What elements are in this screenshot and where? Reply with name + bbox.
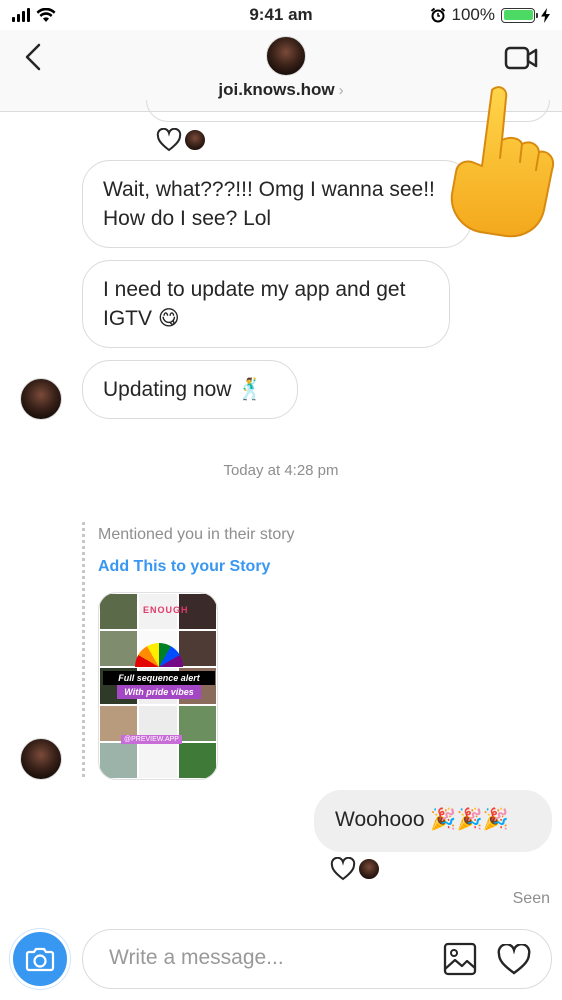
seen-indicator: Seen	[512, 890, 550, 907]
story-thumbnail[interactable]: ENOUGH Full sequence alert With pride vi…	[98, 592, 218, 780]
message-reaction[interactable]	[330, 857, 380, 881]
image-icon[interactable]	[443, 942, 477, 976]
dancing-man-icon: 🕺	[237, 377, 264, 401]
story-tag: @PREVIEW.APP	[121, 735, 182, 744]
message-reaction[interactable]	[156, 128, 206, 152]
story-headline: ENOUGH	[143, 605, 189, 615]
message-text: Wait, what???!!! Omg I wanna see!! How d…	[103, 178, 435, 230]
timestamp: Today at 4:28 pm	[223, 462, 339, 479]
username-text: joi.knows.how	[218, 80, 335, 99]
add-to-story-link[interactable]: Add This to your Story	[98, 558, 270, 576]
message-input[interactable]: Write a message...	[109, 946, 284, 970]
video-camera-icon[interactable]	[504, 44, 538, 72]
message-composer[interactable]: Write a message...	[82, 929, 552, 989]
header-avatar[interactable]	[266, 36, 306, 76]
camera-icon	[25, 947, 55, 972]
alarm-icon	[430, 7, 445, 23]
status-bar: 9:41 am 100%	[0, 0, 562, 30]
sender-avatar[interactable]	[20, 378, 62, 420]
status-right: 100%	[430, 5, 550, 25]
my-message-bubble[interactable]: Woohooo 🎉🎉🎉	[314, 790, 552, 852]
back-button[interactable]	[18, 42, 48, 72]
story-label: With pride vibes	[117, 685, 201, 699]
charging-icon	[541, 7, 550, 23]
signal-icon	[12, 8, 30, 22]
message-text: Woohooo	[335, 808, 425, 831]
message-bubble[interactable]: I need to update my app and get IGTV 😋	[82, 260, 450, 348]
heart-icon	[156, 128, 182, 152]
story-mention-text: Mentioned you in their story	[98, 526, 295, 543]
chevron-right-icon: ›	[338, 82, 344, 99]
reactor-avatar	[184, 129, 206, 151]
camera-button[interactable]	[10, 929, 70, 989]
message-bubble[interactable]: Wait, what???!!! Omg I wanna see!! How d…	[82, 160, 472, 248]
battery-percent: 100%	[451, 5, 495, 24]
heart-icon	[330, 857, 356, 881]
battery-icon	[501, 7, 538, 23]
reactor-avatar	[358, 858, 380, 880]
story-label: Full sequence alert	[103, 671, 215, 685]
smiling-face-icon: 😋	[157, 306, 180, 330]
message-bubble[interactable]: Updating now 🕺	[82, 360, 298, 419]
story-reply-line	[82, 522, 85, 777]
party-popper-icon: 🎉🎉🎉	[430, 807, 509, 831]
status-left	[12, 7, 56, 23]
pointing-hand-icon	[450, 86, 554, 238]
heart-icon[interactable]	[497, 944, 531, 976]
wifi-icon	[36, 7, 56, 22]
message-text: I need to update my app and get IGTV	[103, 278, 406, 330]
message-text: Updating now	[103, 378, 232, 401]
status-time: 9:41 am	[249, 5, 313, 24]
sender-avatar[interactable]	[20, 738, 62, 780]
chevron-left-icon	[25, 43, 41, 71]
